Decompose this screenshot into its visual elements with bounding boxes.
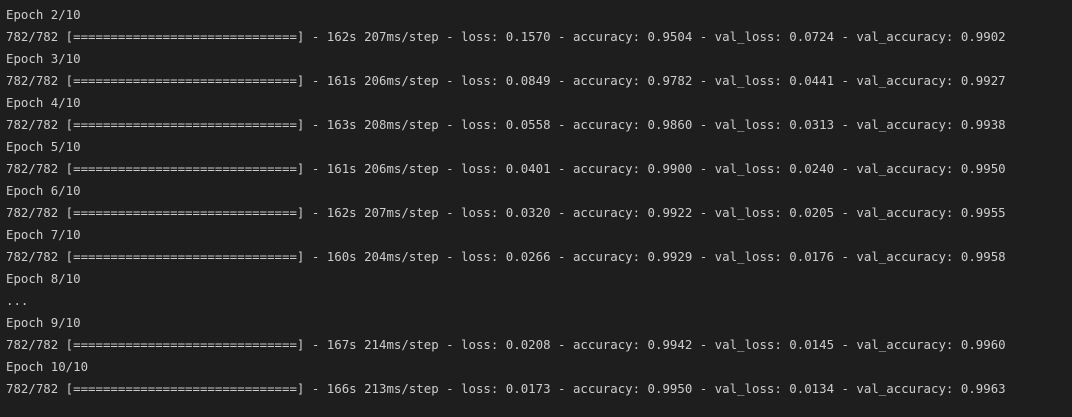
progress-line: 782/782 [==============================]… bbox=[6, 337, 1006, 352]
epoch-header: Epoch 8/10 bbox=[6, 271, 81, 286]
training-log-output: Epoch 2/10 782/782 [====================… bbox=[0, 0, 1072, 417]
progress-line: 782/782 [==============================]… bbox=[6, 117, 1006, 132]
epoch-header: Epoch 6/10 bbox=[6, 183, 81, 198]
epoch-header: Epoch 7/10 bbox=[6, 227, 81, 242]
progress-line: 782/782 [==============================]… bbox=[6, 73, 1006, 88]
progress-line: 782/782 [==============================]… bbox=[6, 249, 1006, 264]
epoch-header: Epoch 3/10 bbox=[6, 51, 81, 66]
truncation-ellipsis: ... bbox=[6, 293, 29, 308]
progress-line: 782/782 [==============================]… bbox=[6, 381, 1006, 396]
epoch-header: Epoch 9/10 bbox=[6, 315, 81, 330]
epoch-header: Epoch 4/10 bbox=[6, 95, 81, 110]
progress-line: 782/782 [==============================]… bbox=[6, 161, 1006, 176]
epoch-header: Epoch 10/10 bbox=[6, 359, 89, 374]
progress-line: 782/782 [==============================]… bbox=[6, 205, 1006, 220]
progress-line: 782/782 [==============================]… bbox=[6, 29, 1006, 44]
epoch-header: Epoch 2/10 bbox=[6, 7, 81, 22]
epoch-header: Epoch 5/10 bbox=[6, 139, 81, 154]
